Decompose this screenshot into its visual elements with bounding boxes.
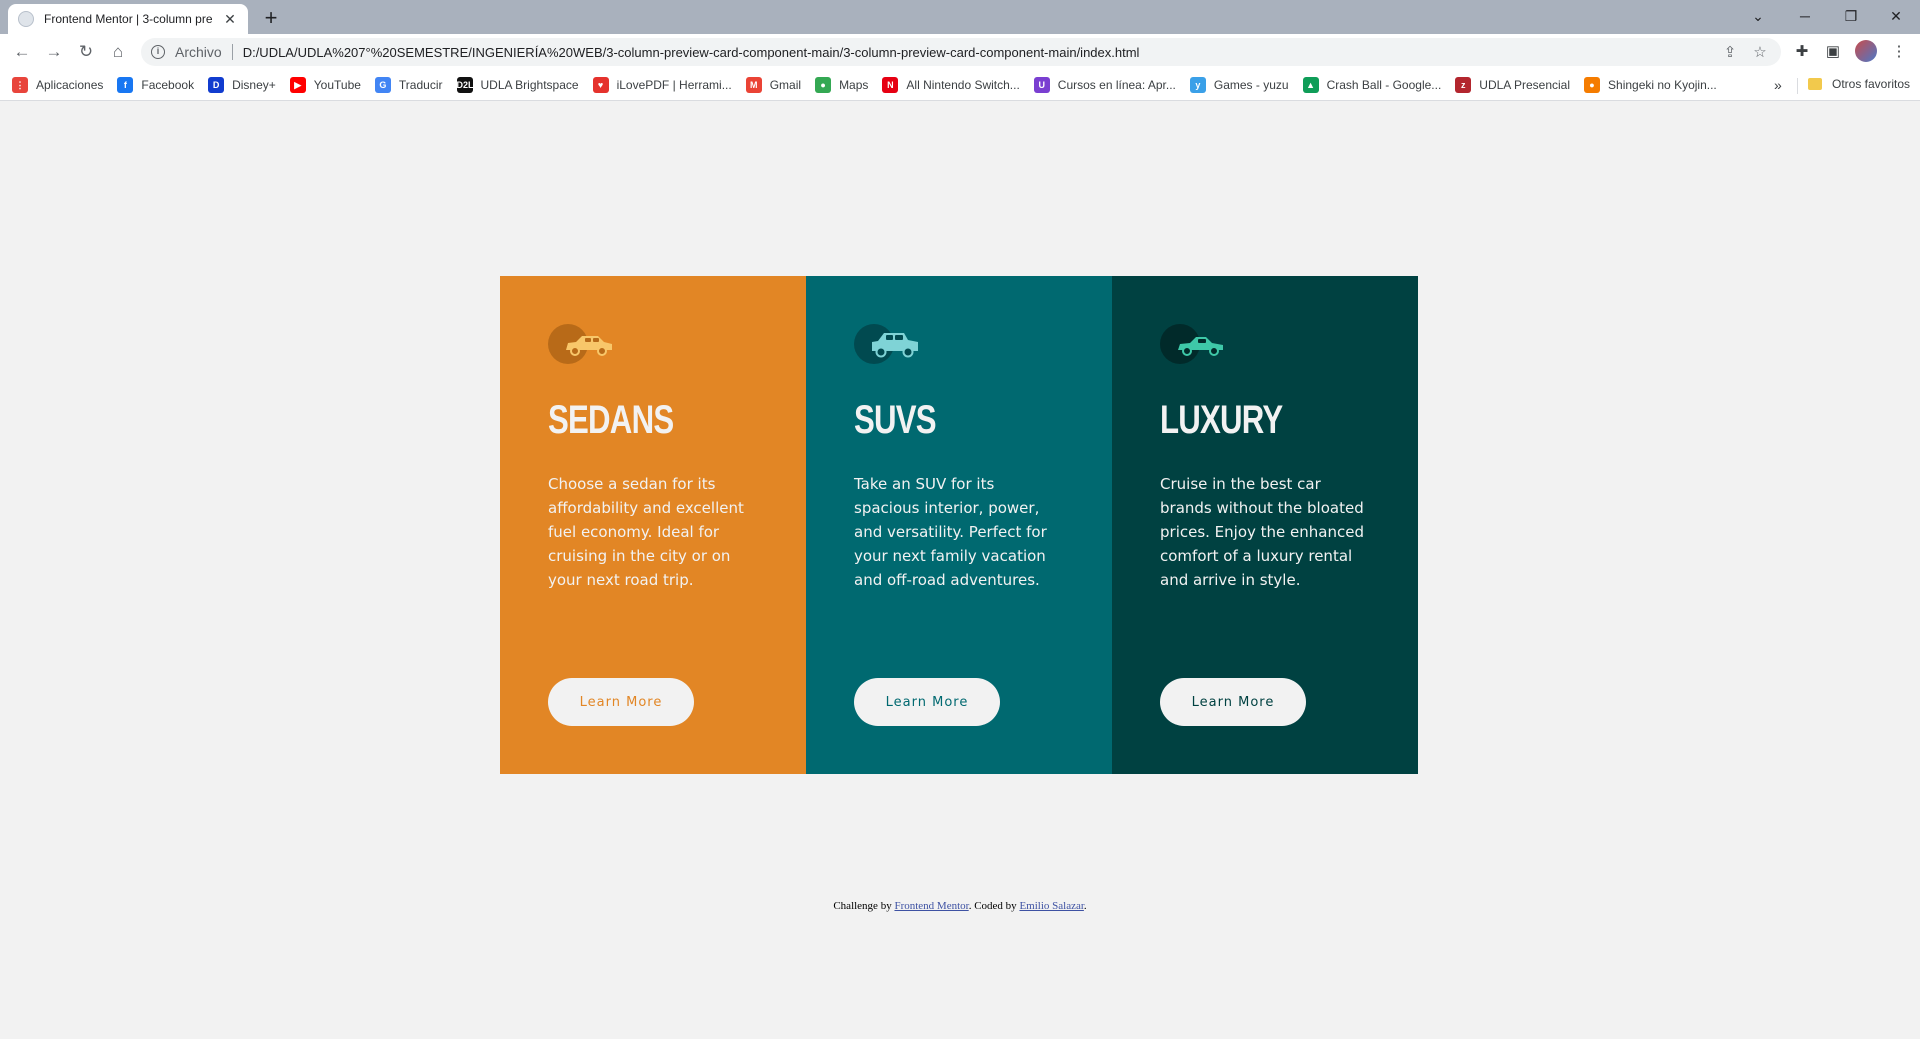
new-tab-button[interactable]: + (258, 6, 284, 32)
home-button[interactable]: ⌂ (106, 40, 130, 64)
share-icon[interactable]: ⇪ (1719, 43, 1741, 61)
card-title: SEDANS (548, 398, 674, 442)
bookmark-label: Gmail (769, 78, 802, 92)
profile-avatar[interactable] (1855, 40, 1877, 62)
luxury-car-icon (1160, 324, 1223, 364)
close-tab-icon[interactable]: ✕ (222, 11, 238, 28)
bookmark-label: Facebook (141, 78, 195, 92)
bookmark-item[interactable]: ♥ iLovePDF | Herrami... (592, 77, 732, 93)
bookmark-label: UDLA Presencial (1479, 78, 1571, 92)
bookmark-item[interactable]: U Cursos en línea: Apr... (1033, 77, 1176, 93)
bookmark-item[interactable]: ▲ Crash Ball - Google... (1302, 77, 1442, 93)
bookmark-favicon-icon: ▶ (289, 77, 306, 93)
bookmark-label: Traducir (398, 78, 443, 92)
bookmark-favicon-icon: ● (1584, 77, 1601, 93)
card-title: SUVS (854, 398, 937, 442)
bookmark-label: Shingeki no Kyojin... (1608, 78, 1717, 92)
bookmark-favicon-icon: z (1455, 77, 1472, 93)
bookmark-favicon-icon: ⋮ (12, 77, 28, 93)
bookmark-label: Cursos en línea: Apr... (1057, 78, 1176, 92)
bookmark-item[interactable]: N All Nintendo Switch... (882, 77, 1020, 93)
minimize-button[interactable]: ─ (1785, 4, 1825, 28)
browser-menu-icon[interactable]: ⋮ (1888, 42, 1910, 64)
card-description: Cruise in the best car brands without th… (1160, 475, 1364, 589)
card-description: Take an SUV for its spacious interior, p… (854, 475, 1047, 589)
attribution-prefix: Challenge by (833, 900, 895, 912)
bookmark-item[interactable]: D2L UDLA Brightspace (456, 77, 579, 93)
bookmark-item[interactable]: D Disney+ (208, 77, 276, 93)
bookmark-favicon-icon: D2L (456, 77, 474, 93)
attribution-suffix: . (1083, 900, 1087, 912)
bookmark-label: YouTube (313, 78, 361, 92)
reload-button[interactable]: ↻ (74, 40, 98, 64)
bookmark-star-icon[interactable]: ☆ (1749, 43, 1771, 61)
page-favicon-icon (18, 11, 34, 27)
forward-button[interactable]: → (42, 40, 66, 64)
bookmark-item[interactable]: y Games - yuzu (1189, 77, 1289, 93)
address-bar[interactable]: i Archivo D:/UDLA/UDLA%207°%20SEMESTRE/I… (141, 38, 1781, 66)
bookmark-label: All Nintendo Switch... (906, 78, 1020, 92)
bookmark-item[interactable]: z UDLA Presencial (1455, 77, 1570, 93)
bookmark-favicon-icon: U (1033, 77, 1050, 93)
bookmark-label: Games - yuzu (1213, 78, 1289, 92)
bookmark-favicon-icon: ▲ (1302, 77, 1319, 93)
bookmark-favicon-icon: G (374, 77, 391, 93)
bookmark-label: Crash Ball - Google... (1326, 78, 1442, 92)
bookmark-favicon-icon: ♥ (592, 77, 609, 93)
site-info-icon[interactable]: i (151, 45, 165, 59)
attribution-middle: . Coded by (968, 900, 1020, 912)
bookmark-favicon-icon: M (745, 77, 762, 93)
restore-button[interactable]: ❐ (1831, 4, 1871, 28)
tab-search-button[interactable]: ⌄ (1738, 4, 1778, 28)
learn-more-button[interactable]: Learn More (1160, 678, 1306, 726)
other-bookmarks-folder[interactable]: Otros favoritos (1808, 77, 1910, 91)
tab-strip: Frontend Mentor | 3-column pre ✕ + ⌄ ─ ❐… (0, 0, 1920, 34)
card-title: LUXURY (1160, 398, 1283, 442)
bookmarks-bar: ⋮ Aplicaciones f Facebook D Disney+ ▶ YouTube G T… (0, 70, 1920, 101)
author-link[interactable]: Emilio Salazar (1019, 900, 1083, 912)
bookmark-item[interactable]: ● Shingeki no Kyojin... (1584, 77, 1717, 93)
bookmark-item[interactable]: ▶ YouTube (289, 77, 361, 93)
bookmark-favicon-icon: D (208, 77, 225, 93)
folder-icon (1808, 78, 1822, 90)
side-panel-icon[interactable]: ▣ (1822, 42, 1844, 64)
learn-more-button[interactable]: Learn More (548, 678, 694, 726)
bookmark-item[interactable]: ⋮ Aplicaciones (12, 77, 103, 93)
bookmarks-divider (1797, 78, 1798, 94)
extensions-icon[interactable]: ✚ (1791, 42, 1813, 64)
address-divider (231, 44, 233, 60)
frontend-mentor-link[interactable]: Frontend Mentor (894, 900, 968, 912)
browser-tab[interactable]: Frontend Mentor | 3-column pre ✕ (8, 4, 248, 34)
bookmark-item[interactable]: ● Maps (815, 77, 868, 93)
back-button[interactable]: ← (10, 40, 34, 64)
bookmark-item[interactable]: M Gmail (745, 77, 802, 93)
bookmark-item[interactable]: G Traducir (374, 77, 443, 93)
bookmark-label: iLovePDF | Herrami... (616, 78, 732, 92)
card-sedans: SEDANS Choose a sedan for its affordabil… (500, 276, 806, 774)
bookmark-favicon-icon: N (882, 77, 899, 93)
learn-more-button[interactable]: Learn More (854, 678, 1000, 726)
card-luxury: LUXURY Cruise in the best car brands wit… (1112, 276, 1418, 774)
close-window-button[interactable]: ✕ (1876, 4, 1916, 28)
bookmark-label: Aplicaciones (36, 78, 104, 92)
bookmark-label: UDLA Brightspace (480, 78, 579, 92)
bookmark-favicon-icon: f (117, 77, 134, 93)
suv-car-icon (854, 324, 918, 364)
sedan-car-icon (548, 324, 612, 364)
address-url[interactable]: D:/UDLA/UDLA%207°%20SEMESTRE/INGENIERÍA%… (243, 45, 1711, 60)
card-container: SEDANS Choose a sedan for its affordabil… (500, 276, 1418, 774)
address-scheme-label: Archivo (175, 44, 222, 60)
bookmark-favicon-icon: ● (815, 77, 832, 93)
more-bookmarks-icon[interactable]: » (1774, 77, 1782, 93)
browser-toolbar: ← → ↻ ⌂ i Archivo D:/UDLA/UDLA%207°%20SE… (0, 34, 1920, 70)
bookmark-item[interactable]: f Facebook (117, 77, 194, 93)
bookmark-favicon-icon: y (1189, 77, 1206, 93)
card-suvs: SUVS Take an SUV for its spacious interi… (806, 276, 1112, 774)
tab-title: Frontend Mentor | 3-column pre (44, 12, 213, 26)
other-bookmarks-label: Otros favoritos (1832, 77, 1911, 91)
bookmark-label: Maps (839, 78, 869, 92)
card-description: Choose a sedan for its affordability and… (548, 475, 744, 589)
attribution: Challenge by Frontend Mentor. Coded by E… (0, 900, 1920, 912)
bookmark-label: Disney+ (232, 78, 276, 92)
